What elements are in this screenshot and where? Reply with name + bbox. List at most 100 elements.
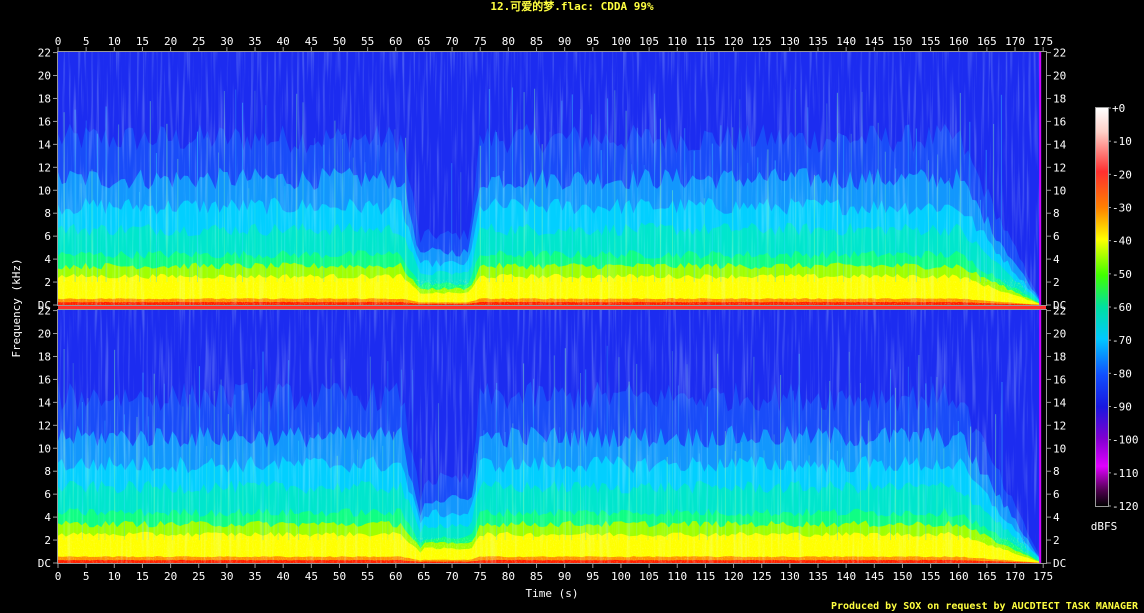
x-tick-label-bottom: 15 (136, 570, 149, 583)
x-tick-label-bottom: 175 (1033, 570, 1053, 583)
x-tick-label-bottom: 10 (108, 570, 121, 583)
colorbar-tick-label: -20 (1112, 168, 1132, 181)
y-tick-label-right: 2 (1053, 534, 1060, 547)
y-tick-label-right: 10 (1053, 442, 1066, 455)
texture-overlay (58, 310, 1046, 563)
x-tick-label-bottom: 65 (417, 570, 430, 583)
y-tick-label-left: 16 (38, 373, 51, 386)
x-tick-label-bottom: 50 (333, 570, 346, 583)
x-tick-label-bottom: 115 (695, 570, 715, 583)
silence-region (1041, 310, 1046, 563)
colorbar-tick-label: -70 (1112, 334, 1132, 347)
y-tick-label-left: 6 (44, 230, 51, 243)
y-tick-label-right: 12 (1053, 419, 1066, 432)
colorbar-tick-label: -60 (1112, 301, 1132, 314)
y-tick-label-right: 8 (1053, 465, 1060, 478)
silence-region (1041, 52, 1046, 305)
x-tick-label-top: 30 (220, 35, 233, 48)
x-tick-label-bottom: 30 (220, 570, 233, 583)
x-tick-label-bottom: 85 (530, 570, 543, 583)
colorbar-tick-label: -120 (1112, 500, 1139, 513)
spectrogram-figure: 12.可爱的梦.flac: CDDA 99% 0 0 5 5 10 10 15 … (0, 0, 1144, 613)
spectrogram-chart: 0055101015152020252530303535404045455050… (10, 35, 1139, 600)
speckle-overlay (58, 537, 1027, 563)
x-tick-label-bottom: 35 (248, 570, 261, 583)
x-tick-label-top: 35 (248, 35, 261, 48)
x-tick-label-bottom: 20 (164, 570, 177, 583)
y-tick-label-left: 18 (38, 350, 51, 363)
x-tick-label-bottom: 80 (502, 570, 515, 583)
x-tick-label-top: 25 (192, 35, 205, 48)
x-tick-label-bottom: 145 (864, 570, 884, 583)
x-tick-label-bottom: 0 (55, 570, 62, 583)
x-tick-label-top: 75 (474, 35, 487, 48)
x-tick-label-top: 60 (389, 35, 402, 48)
y-tick-label-right: 16 (1053, 373, 1066, 386)
x-tick-label-bottom: 135 (808, 570, 828, 583)
x-tick-label-top: 40 (277, 35, 290, 48)
y-tick-label-right: 18 (1053, 92, 1066, 105)
y-tick-label-left: 8 (44, 207, 51, 220)
y-tick-label-right: 18 (1053, 350, 1066, 363)
x-tick-label-top: 175 (1033, 35, 1053, 48)
x-tick-label-bottom: 60 (389, 570, 402, 583)
x-tick-label-top: 140 (836, 35, 856, 48)
colorbar: +0 -10 -20 -30 -40 -50 -60 -70 -80 -90 -100 -110 -12… (1091, 102, 1139, 533)
x-tick-label-bottom: 100 (611, 570, 631, 583)
y-tick-label-right: 6 (1053, 230, 1060, 243)
x-tick-label-bottom: 150 (893, 570, 913, 583)
x-tick-label-top: 130 (780, 35, 800, 48)
x-tick-label-top: 125 (752, 35, 772, 48)
y-tick-label-right: 12 (1053, 161, 1066, 174)
colorbar-tick-label: -10 (1112, 135, 1132, 148)
x-tick-label-bottom: 130 (780, 570, 800, 583)
y-tick-label-left: 8 (44, 465, 51, 478)
y-tick-label-left: 16 (38, 115, 51, 128)
x-tick-label-bottom: 95 (586, 570, 599, 583)
x-tick-label-top: 95 (586, 35, 599, 48)
y-tick-label-left: 4 (44, 253, 51, 266)
credit-text: Produced by SOX on request by AUCDTECT T… (830, 601, 1138, 612)
x-tick-label-top: 15 (136, 35, 149, 48)
y-tick-label-right: 22 (1053, 305, 1066, 318)
y-tick-label-right: 4 (1053, 253, 1060, 266)
y-axis-label: Frequency (kHz) (10, 258, 23, 357)
x-tick-label-top: 110 (667, 35, 687, 48)
x-tick-label-bottom: 45 (305, 570, 318, 583)
x-tick-label-top: 100 (611, 35, 631, 48)
colorbar-label: dBFS (1091, 520, 1118, 533)
x-tick-label-bottom: 40 (277, 570, 290, 583)
y-tick-label-left: 12 (38, 419, 51, 432)
y-tick-label-left: 18 (38, 92, 51, 105)
colorbar-tick-label: +0 (1112, 102, 1125, 115)
x-tick-label-top: 85 (530, 35, 543, 48)
y-tick-label-left: 10 (38, 184, 51, 197)
x-tick-label-top: 115 (695, 35, 715, 48)
y-tick-label-left: 12 (38, 161, 51, 174)
x-tick-label-top: 80 (502, 35, 515, 48)
texture-overlay (58, 52, 1046, 305)
y-tick-label-left: 20 (38, 70, 51, 83)
channel-1-spectrogram (58, 52, 1046, 305)
y-tick-label-right: 6 (1053, 488, 1060, 501)
y-tick-label-left: 20 (38, 328, 51, 341)
y-tick-label-left: 14 (38, 396, 52, 409)
y-tick-label-left: 22 (38, 305, 51, 318)
x-tick-label-top: 50 (333, 35, 346, 48)
x-tick-label-top: 170 (1005, 35, 1025, 48)
x-tick-label-bottom: 75 (474, 570, 487, 583)
x-tick-label-bottom: 140 (836, 570, 856, 583)
y-tick-label-right: 8 (1053, 207, 1060, 220)
y-tick-label-left: 22 (38, 47, 51, 60)
speckle-overlay (58, 279, 1027, 305)
y-tick-label-left: 10 (38, 442, 51, 455)
y-tick-label-left: 2 (44, 276, 51, 289)
y-tick-label-right: 4 (1053, 511, 1060, 524)
colorbar-tick-label: -110 (1112, 467, 1139, 480)
x-tick-label-bottom: 70 (445, 570, 458, 583)
y-tick-label-right: 16 (1053, 115, 1066, 128)
colorbar-tick-label: -80 (1112, 367, 1132, 380)
y-tick-label-left: 14 (38, 138, 52, 151)
x-tick-label-bottom: 160 (949, 570, 969, 583)
y-tick-label-right: 20 (1053, 328, 1066, 341)
